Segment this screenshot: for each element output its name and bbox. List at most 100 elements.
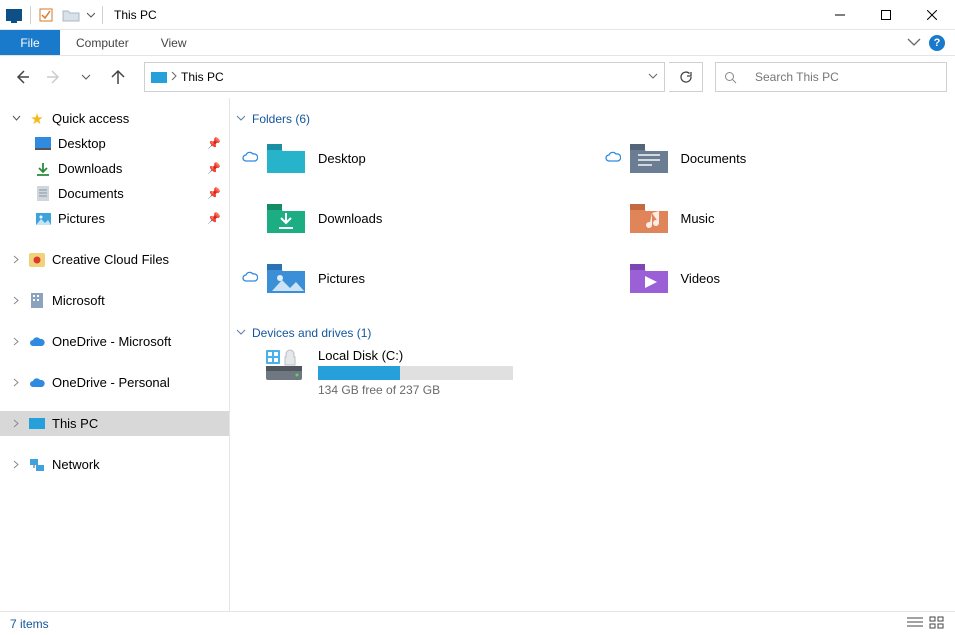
drive-space-bar xyxy=(318,366,513,380)
minimize-icon xyxy=(835,10,845,20)
drive-label: Local Disk (C:) xyxy=(318,348,513,363)
group-header-folders[interactable]: Folders (6) xyxy=(230,106,941,134)
folder-item-documents[interactable]: Documents xyxy=(599,134,942,182)
title-bar: This PC xyxy=(0,0,955,30)
address-bar[interactable]: This PC xyxy=(144,62,665,92)
folder-item-downloads[interactable]: Downloads xyxy=(236,194,579,242)
folder-label: Documents xyxy=(681,151,747,166)
nav-item-label: Downloads xyxy=(58,161,122,176)
refresh-button[interactable] xyxy=(669,62,703,92)
onedrive-icon xyxy=(28,333,46,351)
nav-onedrive-personal[interactable]: OneDrive - Personal xyxy=(0,370,229,395)
chevron-right-icon xyxy=(10,337,22,346)
hard-drive-icon xyxy=(264,348,308,384)
back-button[interactable] xyxy=(8,63,36,91)
breadcrumb-separator xyxy=(171,70,177,84)
quick-access-app-icon[interactable] xyxy=(2,3,26,27)
nav-this-pc[interactable]: This PC xyxy=(0,411,229,436)
folder-item-videos[interactable]: Videos xyxy=(599,254,942,302)
up-button[interactable] xyxy=(104,63,132,91)
network-icon xyxy=(28,456,46,474)
nav-item-label: OneDrive - Personal xyxy=(52,375,170,390)
group-header-label: Folders (6) xyxy=(252,112,310,126)
ribbon-tab-view[interactable]: View xyxy=(145,30,203,55)
address-dropdown-button[interactable] xyxy=(648,70,658,84)
nav-quick-access[interactable]: ★ Quick access xyxy=(0,106,229,131)
creative-cloud-icon xyxy=(28,251,46,269)
nav-item-label: Network xyxy=(52,457,100,472)
nav-item-label: Desktop xyxy=(58,136,106,151)
folder-label: Pictures xyxy=(318,271,365,286)
nav-item-label: Documents xyxy=(58,186,124,201)
chevron-right-icon xyxy=(10,419,22,428)
folder-label: Videos xyxy=(681,271,721,286)
nav-quick-desktop[interactable]: Desktop 📌 xyxy=(0,131,229,156)
arrow-right-icon xyxy=(46,69,62,85)
nav-creative-cloud[interactable]: Creative Cloud Files xyxy=(0,247,229,272)
chevron-right-icon xyxy=(10,378,22,387)
building-icon xyxy=(28,292,46,310)
ribbon-file-tab[interactable]: File xyxy=(0,30,60,55)
qat-dropdown-button[interactable] xyxy=(84,3,98,27)
chevron-right-icon xyxy=(10,296,22,305)
qat-folder-button[interactable] xyxy=(59,3,83,27)
nav-quick-documents[interactable]: Documents 📌 xyxy=(0,181,229,206)
maximize-button[interactable] xyxy=(863,0,909,30)
downloads-folder-icon xyxy=(264,200,308,236)
nav-onedrive-microsoft[interactable]: OneDrive - Microsoft xyxy=(0,329,229,354)
drive-item-local-disk-c[interactable]: Local Disk (C:) 134 GB free of 237 GB xyxy=(230,348,941,397)
nav-item-label: Creative Cloud Files xyxy=(52,252,169,267)
this-pc-icon xyxy=(28,415,46,433)
details-view-button[interactable] xyxy=(907,616,923,632)
chevron-down-icon xyxy=(236,112,246,126)
search-icon xyxy=(724,71,737,84)
close-button[interactable] xyxy=(909,0,955,30)
qat-properties-button[interactable] xyxy=(34,3,58,27)
chevron-down-icon xyxy=(81,72,91,82)
forward-button[interactable] xyxy=(40,63,68,91)
star-icon: ★ xyxy=(28,110,46,128)
ribbon-collapse-button[interactable] xyxy=(907,38,921,48)
nav-item-label: Quick access xyxy=(52,111,129,126)
status-item-count: 7 items xyxy=(10,617,49,631)
minimize-button[interactable] xyxy=(817,0,863,30)
nav-item-label: OneDrive - Microsoft xyxy=(52,334,171,349)
group-header-drives[interactable]: Devices and drives (1) xyxy=(230,320,941,348)
nav-quick-pictures[interactable]: Pictures 📌 xyxy=(0,206,229,231)
pin-icon: 📌 xyxy=(207,137,221,150)
nav-quick-downloads[interactable]: Downloads 📌 xyxy=(0,156,229,181)
pictures-folder-icon xyxy=(264,260,308,296)
help-button[interactable]: ? xyxy=(929,35,945,51)
folder-item-music[interactable]: Music xyxy=(599,194,942,242)
music-folder-icon xyxy=(627,200,671,236)
large-icons-view-button[interactable] xyxy=(929,616,945,632)
cloud-sync-icon xyxy=(605,151,621,165)
document-icon xyxy=(34,185,52,203)
checkbox-icon xyxy=(39,8,53,22)
ribbon: File Computer View ? xyxy=(0,30,955,56)
folder-item-desktop[interactable]: Desktop xyxy=(236,134,579,182)
recent-locations-button[interactable] xyxy=(72,63,100,91)
chevron-right-icon xyxy=(10,255,22,264)
pin-icon: 📌 xyxy=(207,212,221,225)
content-pane: Folders (6) Desktop Documents Downloads xyxy=(230,98,955,611)
qat-divider xyxy=(30,6,31,24)
nav-network[interactable]: Network xyxy=(0,452,229,477)
ribbon-tab-computer[interactable]: Computer xyxy=(60,30,145,55)
breadcrumb-location[interactable]: This PC xyxy=(181,70,224,84)
nav-microsoft[interactable]: Microsoft xyxy=(0,288,229,313)
close-icon xyxy=(927,10,937,20)
refresh-icon xyxy=(679,70,693,84)
download-icon xyxy=(34,160,52,178)
nav-item-label: This PC xyxy=(52,416,98,431)
qat-divider-2 xyxy=(102,6,103,24)
pin-icon: 📌 xyxy=(207,187,221,200)
folder-label: Desktop xyxy=(318,151,366,166)
help-icon: ? xyxy=(934,37,941,49)
navigation-pane: ★ Quick access Desktop 📌 Downloads 📌 Doc… xyxy=(0,98,230,611)
onedrive-icon xyxy=(28,374,46,392)
desktop-folder-icon xyxy=(264,140,308,176)
arrow-left-icon xyxy=(14,69,30,85)
folder-item-pictures[interactable]: Pictures xyxy=(236,254,579,302)
search-input[interactable]: Search This PC xyxy=(715,62,947,92)
